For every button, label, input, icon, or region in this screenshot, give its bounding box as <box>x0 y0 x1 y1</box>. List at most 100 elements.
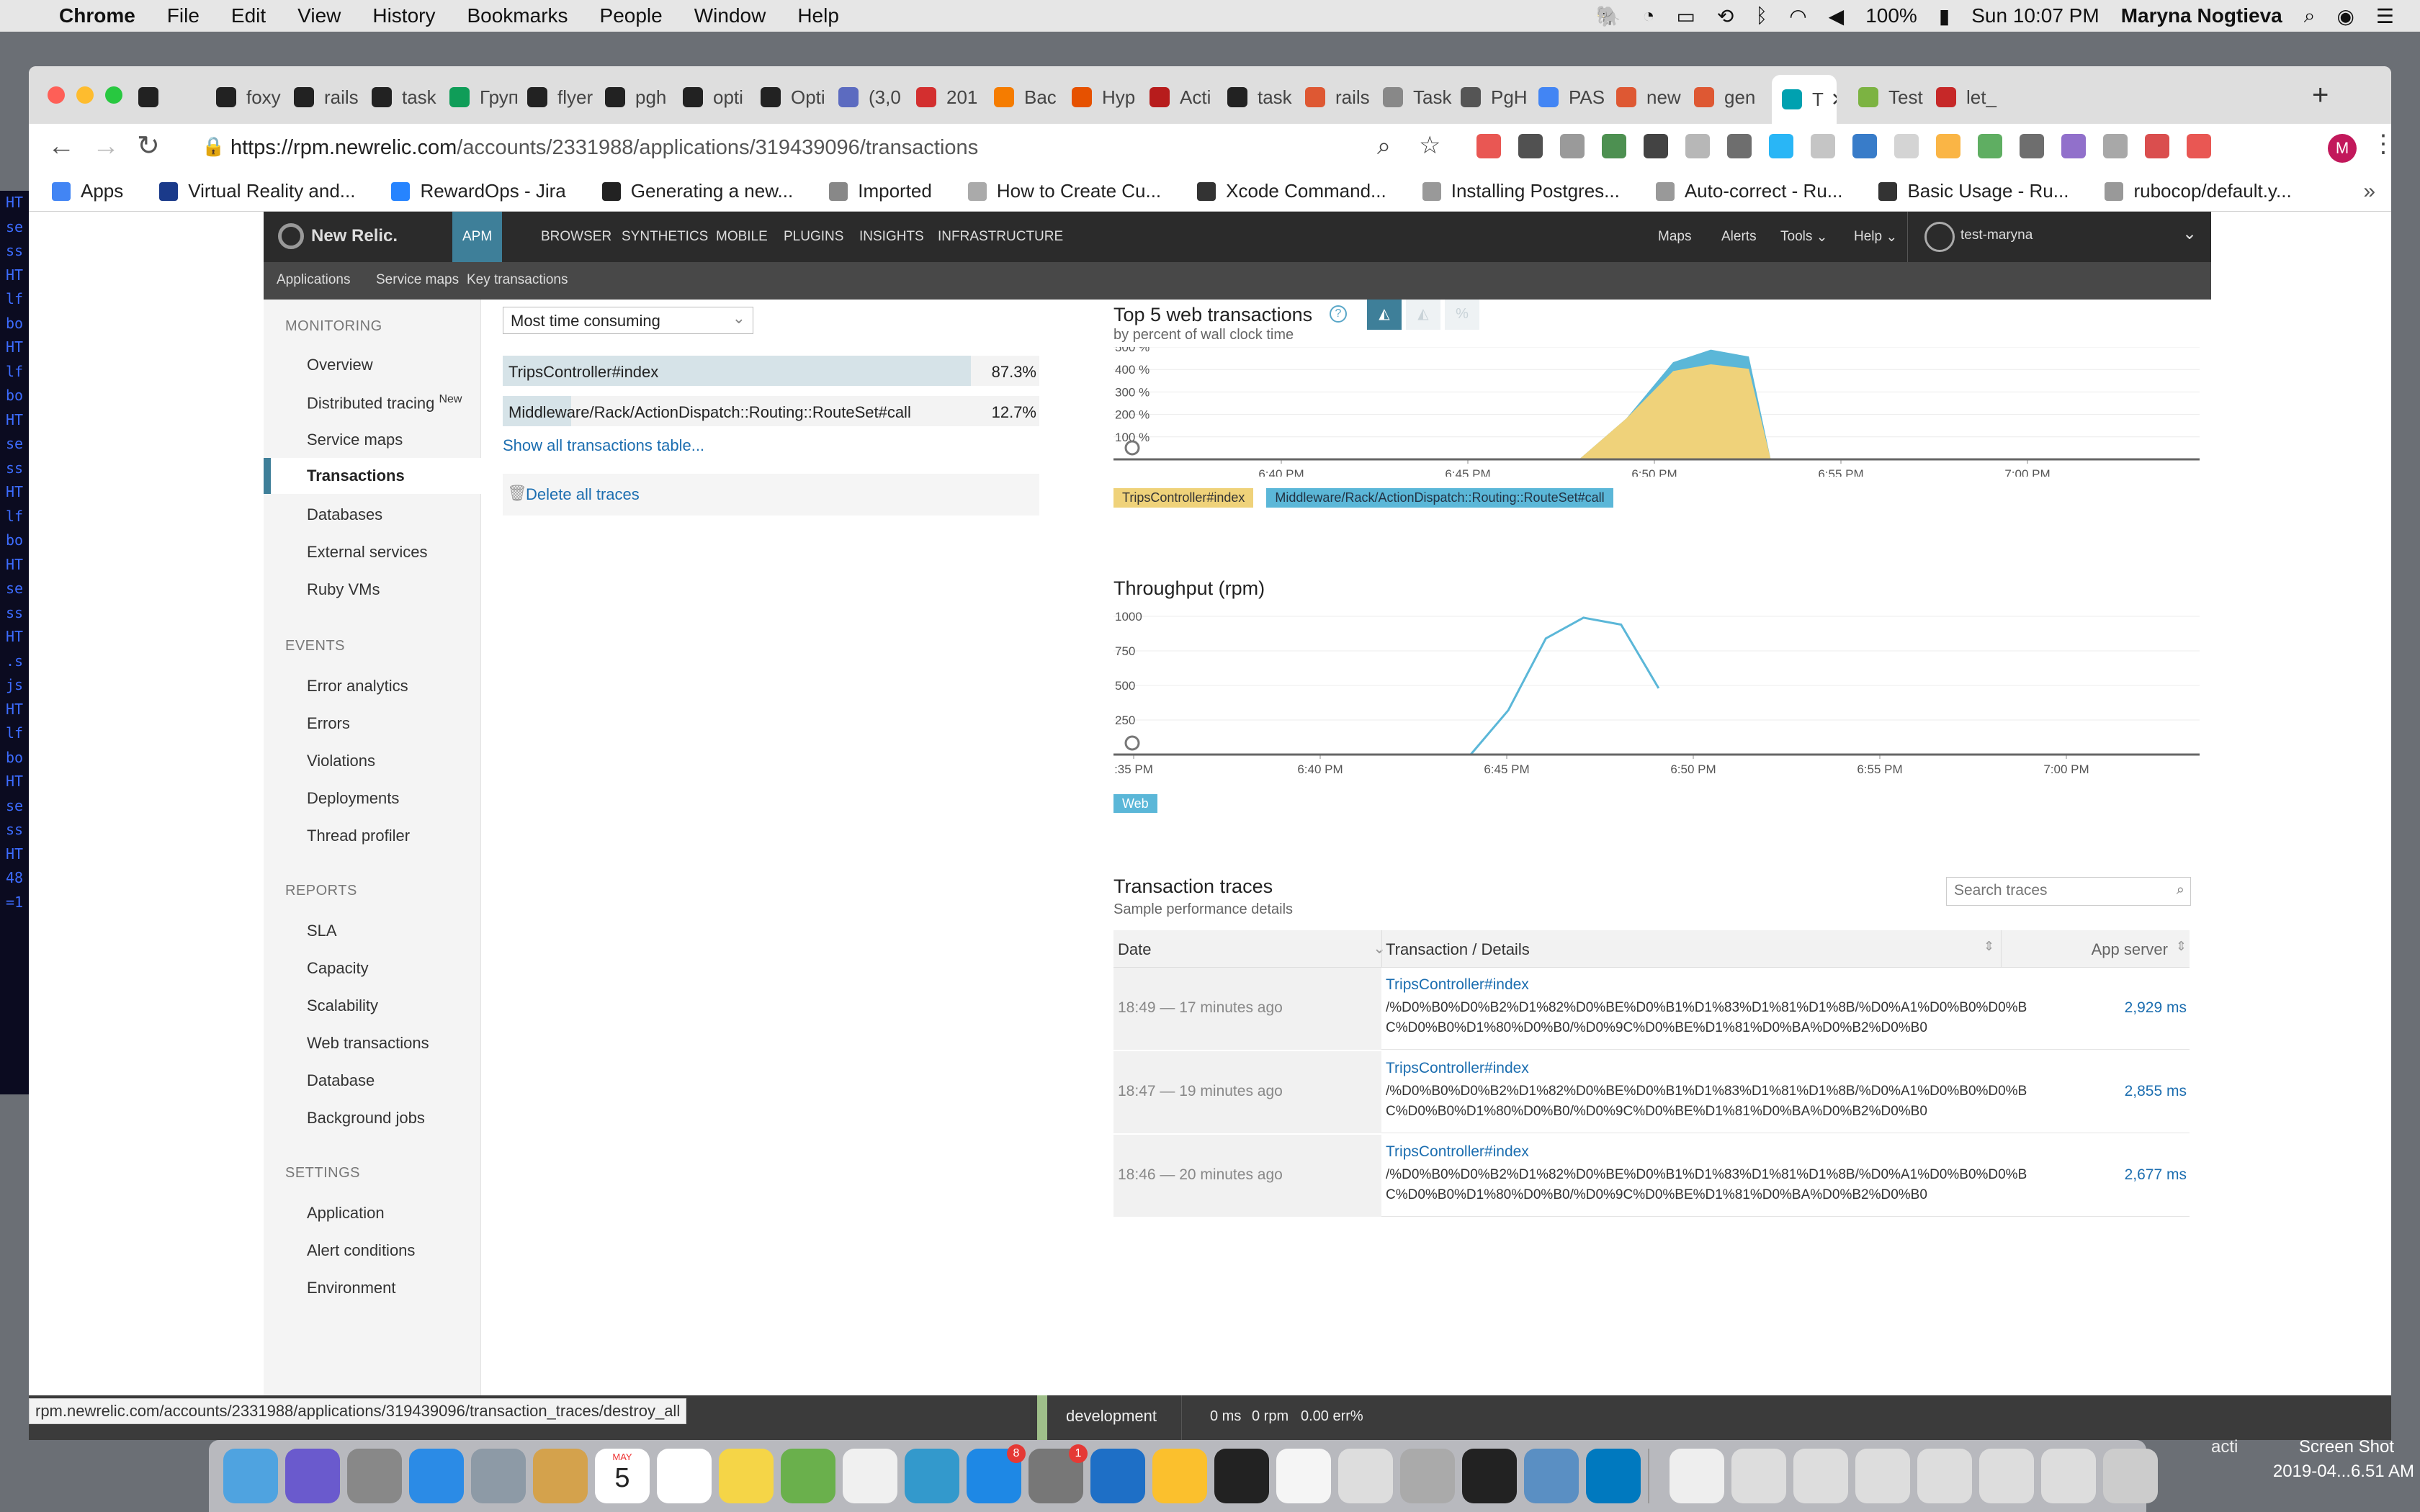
col-app-server[interactable]: App server <box>2092 940 2168 959</box>
menu-window[interactable]: Window <box>694 4 766 27</box>
extension-icon[interactable] <box>1685 134 1710 158</box>
bookmark-item[interactable]: Virtual Reality and... <box>159 180 355 202</box>
col-details[interactable]: Transaction / Details <box>1386 940 1530 959</box>
battery-percent[interactable]: 100% <box>1865 4 1917 27</box>
legend-item[interactable]: TripsController#index <box>1113 488 1254 508</box>
nav-apm[interactable]: APM <box>452 212 503 262</box>
chrome-icon[interactable] <box>1152 1449 1207 1503</box>
browser-tab[interactable] <box>138 79 207 115</box>
sidebar-item-capacity[interactable]: Capacity <box>307 959 369 978</box>
sidebar-item-external-services[interactable]: External services <box>307 543 428 562</box>
menu-people[interactable]: People <box>600 4 663 27</box>
browser-tab[interactable]: task <box>1227 79 1296 115</box>
screenshot-icon[interactable] <box>2041 1449 2096 1503</box>
bookmark-item[interactable]: RewardOps - Jira <box>391 180 566 202</box>
show-all-transactions-link[interactable]: Show all transactions table... <box>503 436 704 455</box>
notification-center-icon[interactable]: ☰ <box>2376 4 2394 28</box>
col-date[interactable]: Date <box>1118 940 1151 959</box>
chevron-down-icon[interactable]: ⌄ <box>2182 223 2197 244</box>
menu-help[interactable]: Help <box>797 4 839 27</box>
menu-file[interactable]: File <box>167 4 200 27</box>
bookmark-item[interactable]: Xcode Command... <box>1197 180 1386 202</box>
subnav-key-transactions[interactable]: Key transactions <box>467 272 568 288</box>
extension-icon[interactable] <box>2061 134 2086 158</box>
trace-duration-link[interactable]: 2,855 ms <box>2125 1083 2187 1100</box>
photos-icon[interactable] <box>843 1449 897 1503</box>
menu-history[interactable]: History <box>372 4 435 27</box>
nav-infrastructure[interactable]: INFRASTRUCTURE <box>938 212 1063 262</box>
trace-name-link[interactable]: TripsController#index <box>1386 976 1529 994</box>
browser-tab[interactable]: Opti <box>761 79 830 115</box>
sidebar-item-sla[interactable]: SLA <box>307 922 337 940</box>
trace-row[interactable]: 18:47 — 19 minutes ago TripsController#in… <box>1113 1051 2190 1133</box>
forward-button[interactable]: → <box>92 131 120 162</box>
safari-icon[interactable] <box>409 1449 464 1503</box>
subnav-service-maps[interactable]: Service maps <box>376 272 459 288</box>
nav-tools[interactable]: Tools ⌄ <box>1780 212 1828 262</box>
browser-tab[interactable]: PAS <box>1538 79 1608 115</box>
menu-bookmarks[interactable]: Bookmarks <box>467 4 568 27</box>
sidebar-item-ruby-vms[interactable]: Ruby VMs <box>307 580 380 599</box>
sidebar-item-database[interactable]: Database <box>307 1071 375 1090</box>
close-window-button[interactable] <box>48 86 65 104</box>
extension-icon[interactable] <box>2020 134 2044 158</box>
desktop-file-label[interactable]: 2019-04...6.51 AM <box>2273 1462 2414 1482</box>
bookmark-item[interactable]: Installing Postgres... <box>1422 180 1620 202</box>
profile-avatar[interactable]: M <box>2328 134 2357 163</box>
nav-maps[interactable]: Maps <box>1658 212 1691 262</box>
browser-tab[interactable]: let_ <box>1936 79 2005 115</box>
desktop-file-label[interactable]: acti <box>2211 1437 2238 1457</box>
screenshot-icon[interactable] <box>1917 1449 1972 1503</box>
close-tab-icon[interactable]: ✕ <box>1831 89 1837 111</box>
app-store-icon[interactable]: 8 <box>967 1444 1026 1503</box>
time-machine-icon[interactable]: ⟲ <box>1717 4 1734 28</box>
sidebar-item-transactions[interactable]: Transactions <box>264 458 481 494</box>
extension-icon[interactable] <box>1518 134 1543 158</box>
menu-app-name[interactable]: Chrome <box>59 4 135 27</box>
sidebar-item-thread-profiler[interactable]: Thread profiler <box>307 827 410 845</box>
nav-plugins[interactable]: PLUGINS <box>784 212 843 262</box>
reload-button[interactable]: ↻ <box>137 130 160 162</box>
document-icon[interactable] <box>1670 1449 1724 1503</box>
sort-icon[interactable]: ⇕ <box>1984 939 1994 954</box>
area-chart-toggle-icon[interactable]: ◭ <box>1367 300 1402 330</box>
sidebar-item-environment[interactable]: Environment <box>307 1279 396 1297</box>
battery-icon[interactable]: ▮ <box>1939 4 1950 28</box>
calendar-icon[interactable]: MAY 5 <box>595 1449 650 1503</box>
preview-icon[interactable] <box>471 1449 526 1503</box>
browser-tab[interactable]: (3,0 <box>838 79 908 115</box>
browser-tab[interactable]: rails <box>294 79 363 115</box>
extension-icon[interactable] <box>1769 134 1793 158</box>
sidebar-item-violations[interactable]: Violations <box>307 752 375 770</box>
trace-name-link[interactable]: TripsController#index <box>1386 1143 1529 1161</box>
sidebar-item-distributed-tracing[interactable]: Distributed tracing New <box>307 393 462 413</box>
sidebar-item-deployments[interactable]: Deployments <box>307 789 399 808</box>
extension-icon[interactable] <box>2103 134 2128 158</box>
browser-tab[interactable]: foxy <box>216 79 285 115</box>
extension-icon[interactable] <box>1560 134 1585 158</box>
bookmark-item[interactable]: Apps <box>52 180 123 202</box>
browser-tab[interactable]: flyer <box>527 79 596 115</box>
desktop-file-label[interactable]: Screen Shot <box>2299 1437 2394 1457</box>
browser-tab[interactable]: 201 <box>916 79 985 115</box>
disk-utility-icon[interactable] <box>1400 1449 1455 1503</box>
browser-tab[interactable]: Test <box>1858 79 1927 115</box>
airplay-icon[interactable]: ▭ <box>1676 4 1695 28</box>
lock-icon[interactable]: 🔒 <box>202 135 225 158</box>
sidebar-item-errors[interactable]: Errors <box>307 714 350 733</box>
back-button[interactable]: ← <box>48 131 75 162</box>
extension-icon[interactable] <box>1727 134 1752 158</box>
bookmark-item[interactable]: Basic Usage - Ru... <box>1878 180 2069 202</box>
screenshot-icon[interactable] <box>1731 1449 1786 1503</box>
search-traces-input[interactable] <box>1947 878 2156 904</box>
bookmark-item[interactable]: Imported <box>829 180 932 202</box>
browser-tab[interactable]: Acti <box>1150 79 1219 115</box>
screenshot-icon[interactable] <box>1979 1449 2034 1503</box>
extension-icon[interactable] <box>2145 134 2169 158</box>
trace-name-link[interactable]: TripsController#index <box>1386 1060 1529 1077</box>
sidebar-item-databases[interactable]: Databases <box>307 505 382 524</box>
nav-synthetics[interactable]: SYNTHETICS <box>622 212 708 262</box>
sidebar-item-web-transactions[interactable]: Web transactions <box>307 1034 429 1053</box>
siri-icon[interactable] <box>285 1449 340 1503</box>
browser-tab[interactable]: gen <box>1694 79 1763 115</box>
